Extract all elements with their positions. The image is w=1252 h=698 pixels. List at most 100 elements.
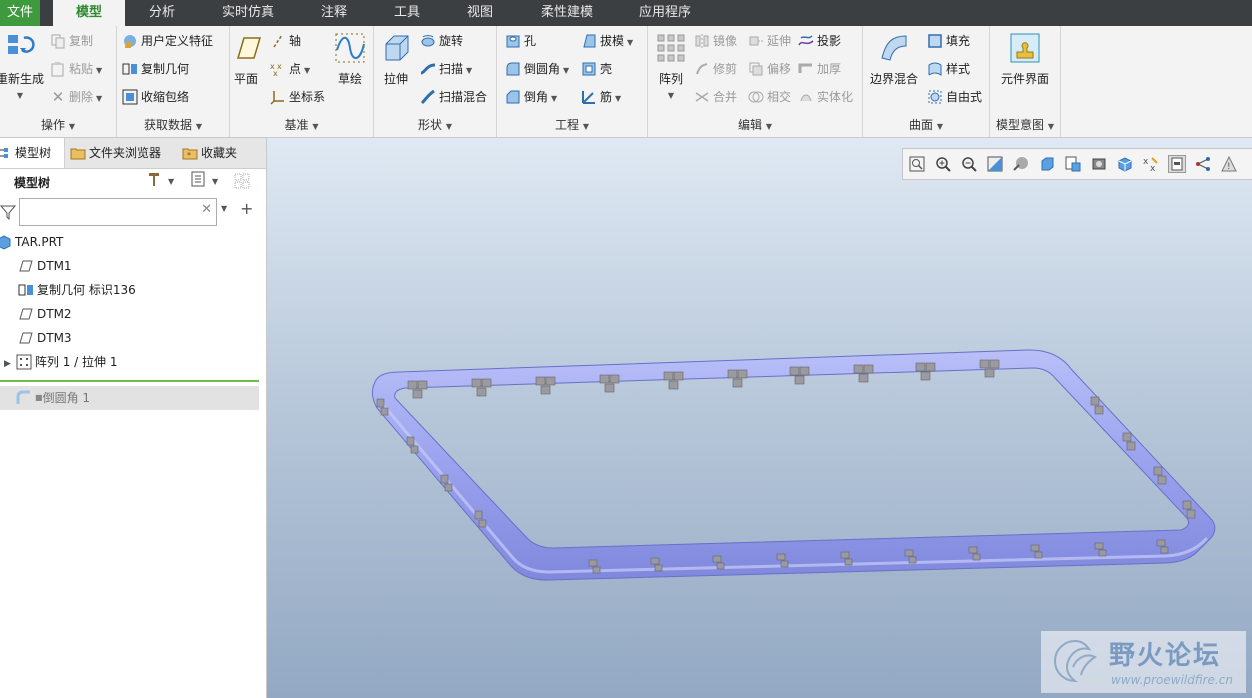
tree-item-copy-geom[interactable]: 复制几何 标识136 bbox=[18, 278, 136, 302]
intersect-button[interactable]: 相交 bbox=[748, 86, 791, 108]
insert-here-line[interactable] bbox=[0, 380, 259, 382]
group-label-operations[interactable]: 操作 ▼ bbox=[0, 116, 116, 133]
tab-favorites[interactable]: * 收藏夹 bbox=[182, 138, 252, 168]
menu-annotate[interactable]: 注释 bbox=[302, 0, 366, 26]
group-label-surfaces[interactable]: 曲面 ▼ bbox=[863, 116, 989, 133]
menu-applications[interactable]: 应用程序 bbox=[625, 0, 705, 26]
menu-flexible-modeling[interactable]: 柔性建模 bbox=[527, 0, 607, 26]
filter-icon[interactable] bbox=[0, 204, 16, 220]
copy-button[interactable]: 复制 bbox=[50, 30, 93, 52]
fill-icon bbox=[928, 33, 942, 48]
group-label-model-intent[interactable]: 模型意图 ▼ bbox=[990, 116, 1060, 133]
swept-blend-button[interactable]: 扫描混合 bbox=[420, 86, 487, 108]
tab-folder-browser[interactable]: 文件夹浏览器 bbox=[70, 138, 174, 168]
mirror-icon bbox=[695, 33, 709, 48]
tree-search-field[interactable]: ✕ bbox=[19, 198, 217, 226]
paste-icon bbox=[51, 61, 64, 76]
group-engineering: 孔 倒圆角 ▼ 倒角 ▼ 拔模 ▼ 壳 筋 ▼ 工程 ▼ bbox=[497, 26, 648, 137]
shrinkwrap-button[interactable]: 收缩包络 bbox=[122, 86, 189, 108]
expand-arrow-icon[interactable]: ▶ bbox=[4, 359, 11, 369]
menu-model[interactable]: 模型 bbox=[53, 0, 125, 26]
datum-plane-icon bbox=[19, 332, 33, 343]
udf-button[interactable]: 用户定义特征 bbox=[122, 30, 213, 52]
add-filter-icon[interactable]: + bbox=[240, 199, 253, 218]
csys-button[interactable]: 坐标系 bbox=[270, 86, 325, 108]
group-label-engineering[interactable]: 工程 ▼ bbox=[497, 116, 647, 133]
part-icon bbox=[0, 234, 11, 250]
model-geometry[interactable] bbox=[267, 138, 1252, 698]
copy-geometry-button[interactable]: 复制几何 bbox=[122, 58, 189, 80]
group-label-shapes[interactable]: 形状 ▼ bbox=[374, 116, 496, 133]
group-label-editing[interactable]: 编辑 ▼ bbox=[648, 116, 862, 133]
round-button[interactable]: 倒圆角 ▼ bbox=[505, 58, 569, 80]
solidify-button[interactable]: 实体化 bbox=[798, 86, 853, 108]
delete-button[interactable]: ✕ 删除 ▼ bbox=[50, 86, 102, 108]
freestyle-icon bbox=[928, 90, 942, 103]
tree-item-pattern[interactable]: ▶ 阵列 1 / 拉伸 1 bbox=[4, 350, 118, 374]
menu-simulation[interactable]: 实时仿真 bbox=[208, 0, 288, 26]
plane-button[interactable]: 平面 bbox=[230, 32, 262, 87]
datum-plane-icon bbox=[19, 308, 33, 319]
watermark-title: 野火论坛 bbox=[1109, 641, 1222, 671]
style-button[interactable]: 样式 bbox=[927, 58, 970, 80]
tree-filter-toggle[interactable] bbox=[234, 173, 253, 190]
grid-icon bbox=[234, 173, 250, 189]
tree-item-dtm1[interactable]: DTM1 bbox=[18, 254, 72, 278]
watermark-url: www.proewildfire.cn bbox=[1111, 673, 1233, 687]
graphics-window[interactable]: xx ! bbox=[267, 138, 1252, 698]
datum-plane-icon bbox=[19, 260, 33, 271]
search-dropdown-icon[interactable]: ▼ bbox=[221, 204, 227, 213]
chamfer-button[interactable]: 倒角 ▼ bbox=[505, 86, 557, 108]
tree-item-dtm3[interactable]: DTM3 bbox=[18, 326, 72, 350]
boundary-blend-button[interactable]: 边界混合 bbox=[867, 32, 921, 87]
rib-button[interactable]: 筋 ▼ bbox=[581, 86, 621, 108]
hole-button[interactable]: 孔 bbox=[505, 30, 536, 52]
group-model-intent: 元件界面 模型意图 ▼ bbox=[990, 26, 1061, 137]
sweep-button[interactable]: 扫描 ▼ bbox=[420, 58, 472, 80]
paste-button[interactable]: 粘贴 ▼ bbox=[50, 58, 102, 80]
rib-icon bbox=[582, 90, 595, 104]
draft-button[interactable]: 拔模 ▼ bbox=[581, 30, 633, 52]
project-button[interactable]: 投影 bbox=[798, 30, 841, 52]
hole-icon bbox=[506, 35, 520, 47]
component-interface-button[interactable]: 元件界面 bbox=[994, 32, 1056, 87]
delete-icon: ✕ bbox=[51, 87, 65, 106]
revolve-button[interactable]: 旋转 bbox=[420, 30, 463, 52]
group-label-get-data[interactable]: 获取数据 ▼ bbox=[117, 116, 229, 133]
pattern-button[interactable]: 阵列 ▼ bbox=[654, 32, 688, 101]
thicken-button[interactable]: 加厚 bbox=[798, 58, 841, 80]
group-shapes: 拉伸 旋转 扫描 ▼ 扫描混合 形状 ▼ bbox=[374, 26, 497, 137]
tree-item-round[interactable]: ■倒圆角 1 bbox=[0, 386, 259, 410]
clear-search-icon[interactable]: ✕ bbox=[201, 202, 212, 217]
menu-analysis[interactable]: 分析 bbox=[130, 0, 194, 26]
menu-view[interactable]: 视图 bbox=[448, 0, 512, 26]
group-label-datum[interactable]: 基准 ▼ bbox=[230, 116, 373, 133]
model-tree-header: 模型树 bbox=[14, 176, 51, 190]
tree-item-part[interactable]: TAR.PRT bbox=[0, 230, 63, 254]
boundary-blend-icon bbox=[881, 35, 907, 61]
tab-model-tree[interactable]: 模型树 bbox=[0, 138, 65, 168]
freestyle-button[interactable]: 自由式 bbox=[927, 86, 982, 108]
point-button[interactable]: x x x 点 ▼ bbox=[270, 58, 310, 80]
mirror-button[interactable]: 镜像 bbox=[694, 30, 737, 52]
csys-icon bbox=[270, 90, 284, 105]
group-operations: 重新生成 ▼ 复制 粘贴 ▼ ✕ 删除 ▼ 操作 ▼ bbox=[0, 26, 117, 137]
fill-button[interactable]: 填充 bbox=[927, 30, 970, 52]
shell-button[interactable]: 壳 bbox=[581, 58, 612, 80]
tree-show-button[interactable]: ▼ bbox=[190, 171, 218, 192]
tree-item-dtm2[interactable]: DTM2 bbox=[18, 302, 72, 326]
menu-tools[interactable]: 工具 bbox=[375, 0, 439, 26]
extend-button[interactable]: 延伸 bbox=[748, 30, 791, 52]
sketch-button[interactable]: 草绘 bbox=[334, 32, 366, 87]
solidify-icon bbox=[800, 94, 812, 101]
menu-file[interactable]: 文件 bbox=[0, 0, 40, 26]
tree-settings-button[interactable]: ▼ bbox=[146, 172, 174, 192]
axis-button[interactable]: 轴 bbox=[270, 30, 301, 52]
extrude-button[interactable]: 拉伸 bbox=[380, 32, 412, 87]
regenerate-button[interactable]: 重新生成 ▼ bbox=[0, 32, 48, 101]
trim-button[interactable]: 修剪 bbox=[694, 58, 737, 80]
thicken-icon bbox=[798, 63, 812, 73]
merge-button[interactable]: 合并 bbox=[694, 86, 737, 108]
revolve-icon bbox=[421, 34, 435, 46]
offset-button[interactable]: 偏移 bbox=[748, 58, 791, 80]
